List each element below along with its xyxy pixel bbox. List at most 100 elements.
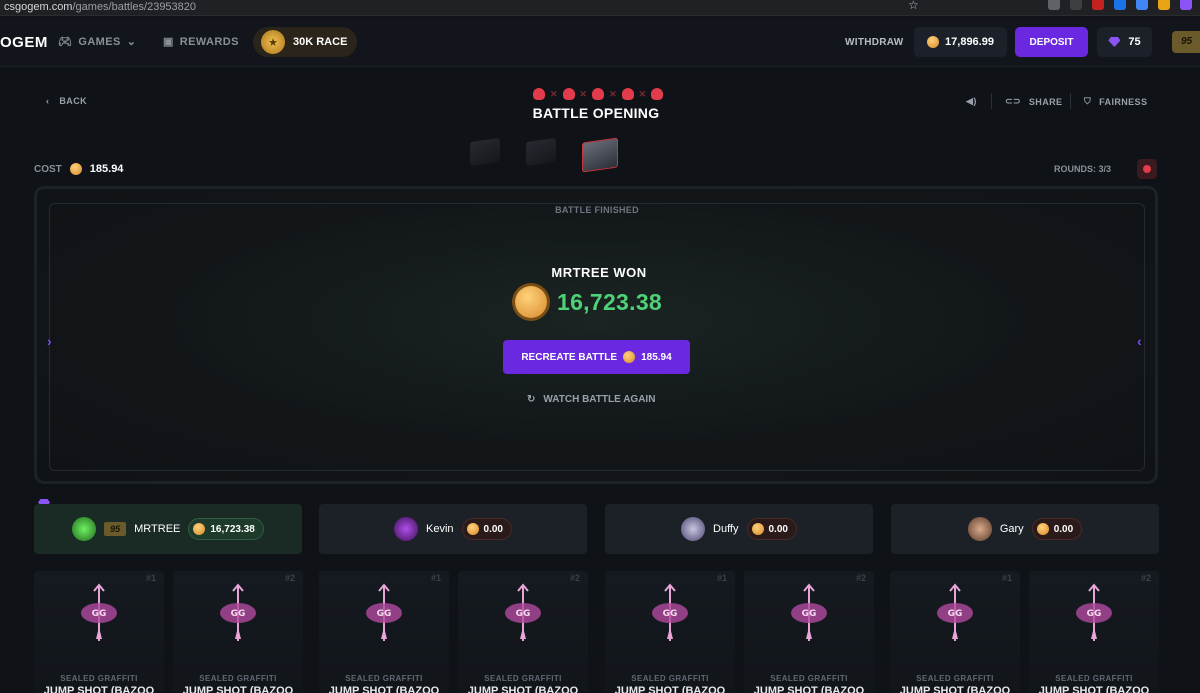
graffiti-icon: GG [937,583,973,641]
item-category: SEALED GRAFFITI [484,674,562,683]
extension-icon[interactable] [1114,0,1126,10]
skull-icon [533,88,545,100]
player-total-value: 0.00 [483,523,503,535]
nav-games-label: GAMES [78,35,121,48]
back-button[interactable]: ‹ BACK [46,96,87,106]
player-name: MRTREE [134,523,181,535]
player-total-value: 0.00 [1053,523,1074,535]
rounds-counter: ROUNDS: 3/3 [1054,164,1112,174]
graffiti-icon: GG [81,583,117,641]
balance-value: 17,896.99 [945,36,994,48]
case-thumbnail[interactable] [470,137,500,167]
item-number: #2 [284,573,295,583]
extension-icon[interactable] [1180,0,1192,10]
svg-text:GG: GG [948,609,963,619]
battle-cost: COST 185.94 [34,163,123,175]
gamepad-icon: 🎮︎ [58,36,73,48]
case-thumbnail-active[interactable] [582,137,618,173]
graffiti-icon: GG [366,583,402,641]
replay-icon: ↻ [527,394,536,405]
extension-icon[interactable] [1070,0,1082,10]
deposit-button[interactable]: DEPOSIT [1015,27,1088,57]
nav-games[interactable]: 🎮︎ GAMES ⌄ [58,35,137,49]
extension-icon[interactable] [1136,0,1148,10]
x-icon: ✕ [579,88,588,99]
svg-text:GG: GG [1087,609,1102,619]
player-total-value: 0.00 [768,523,788,535]
svg-text:GG: GG [377,609,392,619]
item-card[interactable]: #2 GG SEALED GRAFFITI JUMP SHOT (BAZOO [173,571,303,693]
avatar [394,517,418,541]
avatar [72,517,97,541]
graffiti-icon: GG [220,583,256,641]
svg-text:GG: GG [231,609,246,619]
browser-url-bar[interactable]: csgogem.com/games/battles/23953820 ☆ [0,0,1200,16]
divider [991,93,992,109]
coin-icon [466,523,479,535]
player-card[interactable]: 95 MRTREE 16,723.38 [34,504,302,554]
item-category: SEALED GRAFFITI [770,674,848,683]
item-category: SEALED GRAFFITI [631,674,709,683]
item-card[interactable]: #1 GG SEALED GRAFFITI JUMP SHOT (BAZOO [890,571,1020,693]
x-icon: ✕ [550,88,558,99]
svg-text:GG: GG [92,609,107,619]
nav-rewards-label: REWARDS [179,35,239,48]
watch-again-button[interactable]: ↻ WATCH BATTLE AGAIN [527,394,687,405]
graffiti-icon: GG [791,583,827,641]
item-card[interactable]: #1 GG SEALED GRAFFITI JUMP SHOT (BAZOO [319,571,449,693]
item-name: JUMP SHOT (BAZOO [467,685,579,693]
chevron-down-icon: ⌄ [126,36,137,48]
arrow-right-icon: › [47,333,52,349]
gift-icon: ▣ [163,36,174,48]
item-number: #2 [855,573,866,583]
extension-icon[interactable] [1048,0,1060,10]
item-name: JUMP SHOT (BAZOO [753,685,865,693]
trophy-icon: ★ [261,30,285,54]
gem-icon [1108,37,1121,47]
case-thumbnail[interactable] [526,137,556,167]
share-button[interactable]: ⊂⊃ SHARE [1005,96,1062,107]
recreate-battle-button[interactable]: RECREATE BATTLE 185.94 [503,340,690,374]
x-icon: ✕ [609,88,617,99]
bookmark-star-icon[interactable]: ☆ [908,0,919,12]
item-card[interactable]: #1 GG SEALED GRAFFITI JUMP SHOT (BAZOO [605,571,735,693]
player-name: Duffy [713,523,739,535]
item-card[interactable]: #1 GG SEALED GRAFFITI JUMP SHOT (BAZOO [34,571,164,693]
item-name: JUMP SHOT (BAZOO [182,685,294,693]
item-name: JUMP SHOT (BAZOO [328,685,440,693]
item-card[interactable]: #2 GG SEALED GRAFFITI JUMP SHOT (BAZOO [1029,571,1159,693]
record-button[interactable] [1137,159,1157,179]
gems-value: 75 [1128,36,1141,48]
race-button[interactable]: ★ 30K RACE [253,27,357,57]
coin-icon [69,163,82,175]
item-number: #2 [1140,573,1151,583]
user-level-badge[interactable]: 95 [1172,31,1200,53]
extension-icons [1048,0,1192,12]
fairness-button[interactable]: ⛉ FAIRNESS [1084,96,1147,107]
url-text[interactable]: csgogem.com/games/battles/23953820 [4,1,196,13]
gems-display[interactable]: 75 [1097,27,1152,57]
site-logo[interactable]: OGEM [0,34,48,51]
recreate-cost: 185.94 [641,351,672,363]
avatar [681,517,706,541]
player-card[interactable]: Kevin 0.00 [319,504,587,554]
extension-icon[interactable] [1158,0,1170,10]
sound-toggle[interactable]: ◀) [966,96,977,107]
link-icon: ⊂⊃ [1005,96,1021,106]
item-category: SEALED GRAFFITI [916,674,994,683]
shield-icon: ⛉ [1084,96,1092,106]
player-card[interactable]: Duffy 0.00 [605,504,873,554]
nav-rewards[interactable]: ▣ REWARDS [163,35,239,49]
extension-icon[interactable] [1092,0,1104,10]
balance-display[interactable]: 17,896.99 [914,27,1007,57]
skull-icon [651,88,664,100]
svg-text:GG: GG [802,609,817,619]
withdraw-link[interactable]: WITHDRAW [845,37,904,48]
item-card[interactable]: #2 GG SEALED GRAFFITI JUMP SHOT (BAZOO [458,571,588,693]
share-label: SHARE [1028,96,1063,107]
player-card[interactable]: Gary 0.00 [891,504,1159,554]
graffiti-icon: GG [1076,583,1112,641]
item-card[interactable]: #2 GG SEALED GRAFFITI JUMP SHOT (BAZOO [744,571,874,693]
graffiti-icon: GG [652,583,688,641]
player-level: 95 [104,522,127,536]
